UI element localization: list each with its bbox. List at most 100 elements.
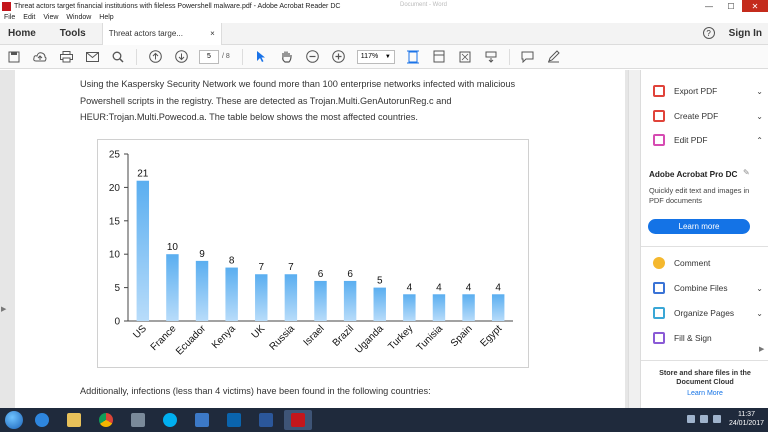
bar	[314, 280, 327, 321]
save-icon[interactable]	[6, 49, 22, 65]
tray-clock[interactable]: 11:37 24/01/2017	[729, 410, 764, 428]
help-icon[interactable]: ?	[702, 27, 715, 39]
learn-more-button[interactable]: Learn more	[648, 219, 750, 234]
bar-chart-frame: 0 5 10 15 20 25 21 US 10 France 9 Ecuador 8 Kenya 7 UK…	[97, 139, 529, 368]
select-cursor-icon[interactable]	[253, 49, 269, 65]
edit-pdf-tool[interactable]: Edit PDF ⌃	[653, 133, 763, 147]
x-tick-label: Israel	[302, 323, 327, 348]
x-tick-label: Uganda	[353, 323, 386, 356]
menu-view[interactable]: View	[43, 14, 58, 21]
taskbar-media[interactable]	[124, 410, 152, 430]
skype-icon	[163, 413, 177, 427]
sign-pen-icon[interactable]	[546, 49, 562, 65]
data-label: 7	[258, 262, 264, 273]
organize-pages-tool[interactable]: Organize Pages ⌄	[653, 306, 763, 320]
x-tick-label: Russia	[268, 323, 298, 353]
y-tick-label: 25	[109, 150, 121, 161]
zoom-in-icon[interactable]	[331, 49, 347, 65]
tab-document[interactable]: Threat actors targe... ×	[101, 22, 222, 45]
menu-file[interactable]: File	[4, 14, 15, 21]
store-learn-more-link[interactable]: Learn More	[647, 390, 763, 397]
search-icon[interactable]	[110, 49, 126, 65]
page-down-icon[interactable]	[173, 49, 189, 65]
comment-tool[interactable]: Comment	[653, 256, 763, 270]
chevron-down-icon[interactable]: ⌄	[756, 284, 763, 293]
chevron-down-icon[interactable]: ⌄	[756, 309, 763, 318]
lync-icon	[195, 413, 209, 427]
zoom-level-select[interactable]: 117% ▼	[356, 49, 395, 64]
maximize-button[interactable]: ☐	[720, 0, 742, 12]
taskbar-lync[interactable]	[188, 410, 216, 430]
create-pdf-tool[interactable]: Create PDF ⌄	[653, 109, 763, 123]
taskbar-skype[interactable]	[156, 410, 184, 430]
taskbar-word[interactable]	[252, 410, 280, 430]
chevron-down-icon[interactable]: ⌄	[756, 87, 763, 96]
combine-files-tool[interactable]: Combine Files ⌄	[653, 281, 763, 295]
document-tab-label: Threat actors targe...	[108, 29, 183, 38]
menu-window[interactable]: Window	[66, 14, 91, 21]
taskbar-ie[interactable]	[28, 410, 56, 430]
bar	[462, 294, 475, 321]
window-controls: — ☐ ✕	[698, 0, 768, 12]
tab-tools[interactable]: Tools	[60, 28, 86, 39]
tray-flag-icon[interactable]	[712, 415, 721, 423]
combine-files-icon	[653, 282, 665, 294]
start-button[interactable]	[0, 408, 28, 432]
data-label: 4	[407, 282, 413, 293]
export-pdf-tool[interactable]: Export PDF ⌄	[653, 84, 763, 98]
email-icon[interactable]	[84, 49, 100, 65]
menu-bar: File Edit View Window Help	[0, 12, 768, 23]
taskbar: 11:37 24/01/2017	[0, 408, 768, 432]
pane-divider	[641, 360, 768, 361]
menu-help[interactable]: Help	[99, 14, 113, 21]
acrobat-pro-description: Quickly edit text and images in PDF docu…	[649, 186, 750, 205]
zoom-out-icon[interactable]	[305, 49, 321, 65]
tray-volume-icon[interactable]	[699, 415, 708, 423]
page-number-input[interactable]: 5	[199, 49, 219, 64]
upload-cloud-icon[interactable]	[32, 49, 48, 65]
fit-page-icon[interactable]	[405, 49, 421, 65]
left-panel-toggle-icon[interactable]: ▶	[1, 305, 6, 313]
data-label: 10	[167, 242, 179, 253]
print-icon[interactable]	[58, 49, 74, 65]
document-tab-close-icon[interactable]: ×	[210, 29, 215, 38]
data-label: 4	[436, 282, 442, 293]
menu-edit[interactable]: Edit	[23, 14, 35, 21]
taskbar-explorer[interactable]	[60, 410, 88, 430]
chevron-down-icon: ▼	[384, 53, 391, 60]
tab-home[interactable]: Home	[8, 28, 36, 39]
fill-sign-tool[interactable]: Fill & Sign	[653, 331, 763, 345]
read-mode-icon[interactable]	[483, 49, 499, 65]
close-button[interactable]: ✕	[742, 0, 768, 12]
pane-collapse-icon[interactable]: ▶	[759, 345, 764, 353]
x-tick-label: Egypt	[478, 323, 504, 349]
bar	[343, 280, 357, 321]
document-scrollbar[interactable]	[628, 70, 640, 408]
comment-bubble-icon[interactable]	[520, 49, 536, 65]
bar	[491, 294, 505, 321]
comment-icon	[653, 257, 665, 269]
taskbar-outlook[interactable]	[220, 410, 248, 430]
page-up-icon[interactable]	[147, 49, 163, 65]
pin-icon[interactable]: ✎	[743, 168, 750, 177]
bar	[195, 260, 209, 321]
taskbar-chrome[interactable]	[92, 410, 120, 430]
chevron-down-icon[interactable]: ⌄	[756, 112, 763, 121]
zoom-level-value: 117%	[360, 53, 379, 60]
minimize-button[interactable]: —	[698, 0, 720, 12]
full-screen-icon[interactable]	[457, 49, 473, 65]
scroll-mode-icon[interactable]	[431, 49, 447, 65]
organize-pages-label: Organize Pages	[674, 308, 735, 318]
y-tick-label: 20	[109, 183, 121, 194]
edit-pdf-icon	[653, 134, 665, 146]
taskbar-acrobat[interactable]	[284, 410, 312, 430]
chevron-up-icon[interactable]: ⌃	[756, 136, 763, 145]
document-area: ▶ Using the Kaspersky Security Network w…	[0, 70, 640, 408]
tray-network-icon[interactable]	[686, 415, 695, 423]
ghost-window-title: Document - Word	[400, 2, 447, 8]
hand-tool-icon[interactable]	[279, 49, 295, 65]
clock-date: 24/01/2017	[728, 420, 764, 427]
data-label: 7	[288, 262, 294, 273]
combine-files-label: Combine Files	[674, 283, 728, 293]
sign-in-link[interactable]: Sign In	[729, 28, 762, 39]
